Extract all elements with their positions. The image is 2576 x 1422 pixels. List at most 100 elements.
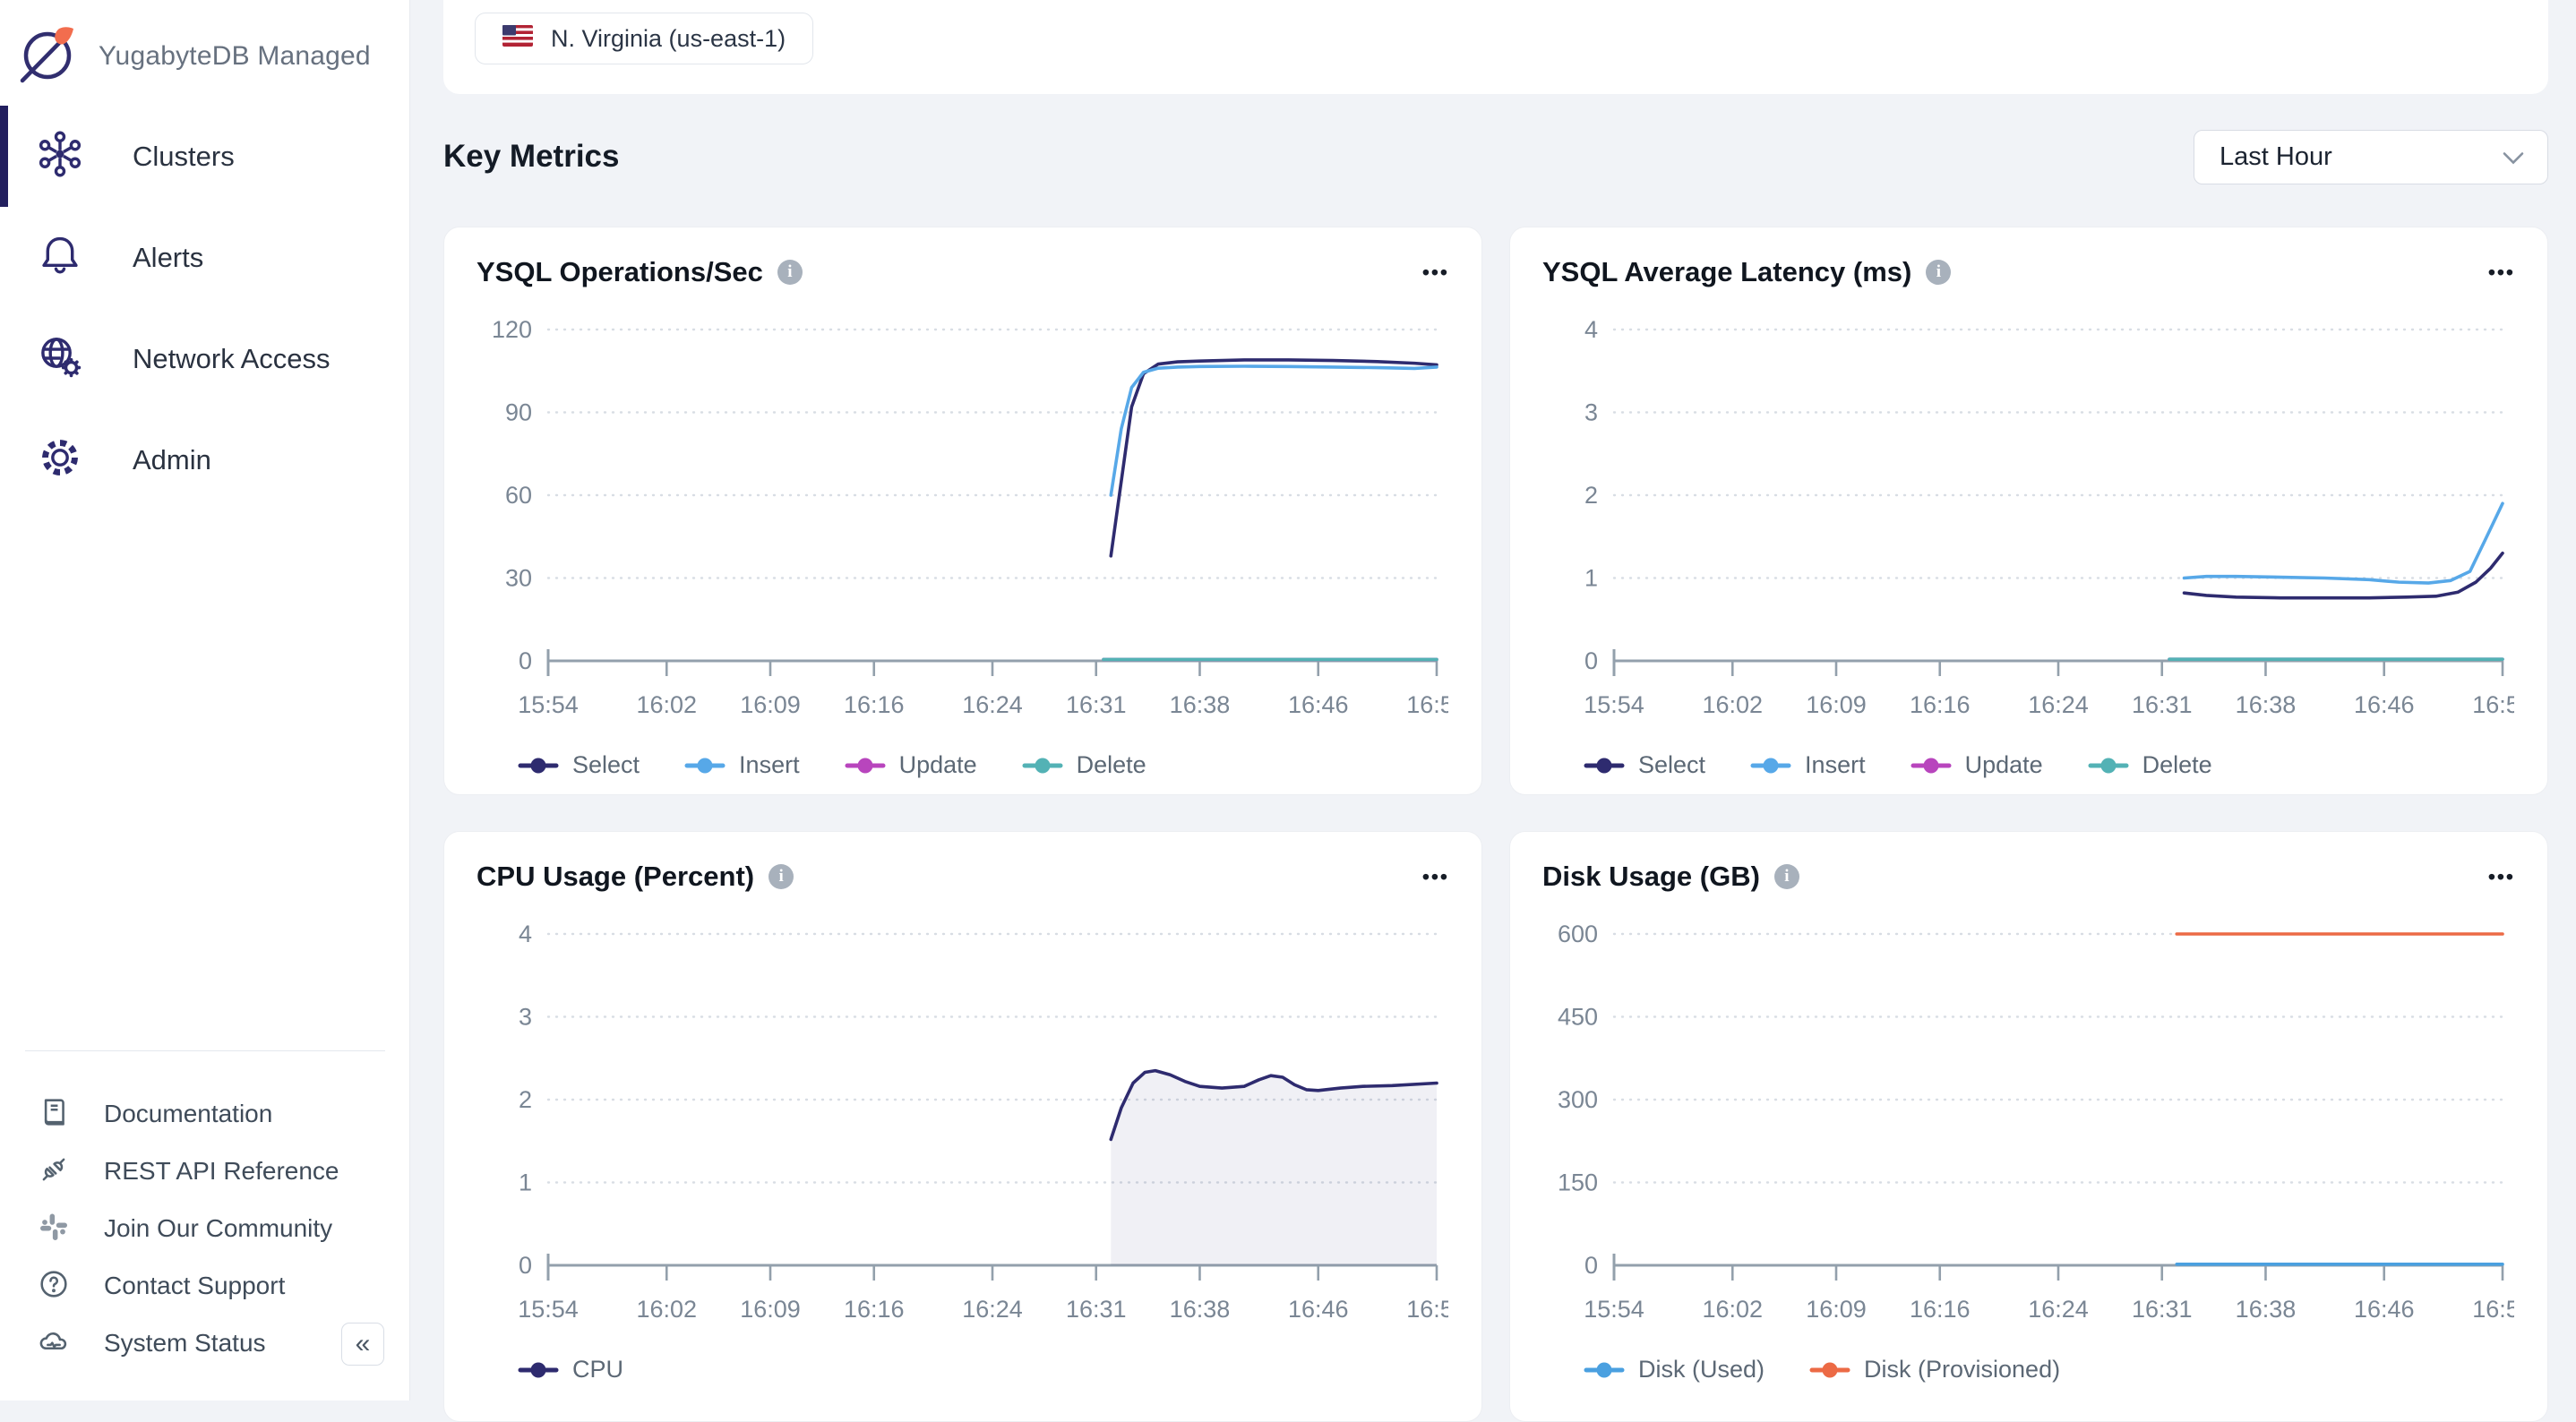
bell-icon: [34, 229, 86, 286]
svg-text:16:54: 16:54: [1406, 1296, 1448, 1323]
legend-item-update[interactable]: Update: [845, 751, 977, 779]
svg-text:1: 1: [1584, 565, 1598, 592]
svg-text:16:24: 16:24: [2028, 1296, 2089, 1323]
svg-text:300: 300: [1558, 1086, 1598, 1113]
region-chip-label: N. Virginia (us-east-1): [551, 25, 786, 53]
sidebar-item-admin[interactable]: Admin: [0, 409, 409, 510]
sidebar-collapse-button[interactable]: «: [341, 1323, 384, 1366]
legend-marker-icon: [2088, 757, 2129, 775]
legend-label: Insert: [739, 751, 800, 779]
sidebar-item-alerts[interactable]: Alerts: [0, 207, 409, 308]
svg-text:600: 600: [1558, 921, 1598, 947]
legend-label: Delete: [1077, 751, 1146, 779]
sidebar-item-network-access[interactable]: Network Access: [0, 308, 409, 409]
legend-marker-icon: [1750, 757, 1791, 775]
legend-item-disk-provisioned[interactable]: Disk (Provisioned): [1809, 1356, 2060, 1383]
svg-text:16:02: 16:02: [636, 1296, 697, 1323]
svg-text:16:46: 16:46: [1288, 1296, 1349, 1323]
svg-text:16:09: 16:09: [1806, 691, 1867, 718]
svg-text:16:31: 16:31: [1066, 1296, 1127, 1323]
legend-label: Insert: [1805, 751, 1866, 779]
svg-text:16:16: 16:16: [844, 1296, 905, 1323]
time-range-select[interactable]: Last Hour: [2194, 130, 2548, 184]
more-menu-icon[interactable]: •••: [1422, 262, 1449, 283]
legend-item-insert[interactable]: Insert: [684, 751, 800, 779]
book-icon: [36, 1094, 72, 1135]
legend-item-insert[interactable]: Insert: [1750, 751, 1866, 779]
legend-item-update[interactable]: Update: [1911, 751, 2043, 779]
sidebar-divider: [25, 1050, 385, 1051]
legend-label: Delete: [2142, 751, 2212, 779]
svg-text:16:09: 16:09: [740, 691, 801, 718]
sidebar-item-label: Alerts: [133, 242, 203, 274]
chevron-down-icon: [2503, 142, 2524, 172]
plug-icon: [36, 1152, 72, 1192]
svg-text:16:38: 16:38: [2236, 691, 2297, 718]
legend-item-select[interactable]: Select: [1584, 751, 1705, 779]
svg-text:16:31: 16:31: [2132, 691, 2193, 718]
svg-text:0: 0: [1584, 1252, 1598, 1279]
legend-item-delete[interactable]: Delete: [1022, 751, 1146, 779]
svg-text:16:38: 16:38: [2236, 1296, 2297, 1323]
svg-text:2: 2: [1584, 482, 1598, 509]
chart-plot[interactable]: 030609012015:5416:0216:0916:1616:2416:31…: [477, 301, 1449, 733]
svg-text:15:54: 15:54: [518, 1296, 579, 1323]
svg-text:150: 150: [1558, 1169, 1598, 1196]
sidebar-link-rest-api[interactable]: REST API Reference: [0, 1143, 409, 1200]
gear-icon: [34, 432, 86, 488]
svg-text:16:31: 16:31: [1066, 691, 1127, 718]
svg-text:15:54: 15:54: [1584, 1296, 1644, 1323]
more-menu-icon[interactable]: •••: [2488, 867, 2515, 887]
legend-label: Update: [1965, 751, 2043, 779]
svg-text:4: 4: [1584, 316, 1598, 343]
svg-text:16:31: 16:31: [2132, 1296, 2193, 1323]
more-menu-icon[interactable]: •••: [1422, 867, 1449, 887]
globe-gear-icon: [34, 330, 86, 387]
sidebar-link-community[interactable]: Join Our Community: [0, 1200, 409, 1257]
sidebar-item-clusters[interactable]: Clusters: [0, 106, 409, 207]
legend-marker-icon: [1022, 757, 1063, 775]
us-flag-icon: [502, 25, 533, 53]
chart-plot[interactable]: 015030045060015:5416:0216:0916:1616:2416…: [1542, 905, 2515, 1338]
sidebar-link-documentation[interactable]: Documentation: [0, 1085, 409, 1143]
svg-text:16:38: 16:38: [1170, 1296, 1231, 1323]
sidebar-link-label: Contact Support: [104, 1272, 285, 1300]
svg-text:90: 90: [505, 399, 532, 426]
svg-text:16:02: 16:02: [636, 691, 697, 718]
info-icon[interactable]: i: [769, 864, 794, 889]
chart-plot[interactable]: 0123415:5416:0216:0916:1616:2416:3116:38…: [477, 905, 1449, 1338]
more-menu-icon[interactable]: •••: [2488, 262, 2515, 283]
legend-marker-icon: [1911, 757, 1952, 775]
svg-text:16:16: 16:16: [844, 691, 905, 718]
svg-text:60: 60: [505, 482, 532, 509]
chart-legend: Select Insert Update Delete: [1584, 751, 2515, 779]
info-icon[interactable]: i: [1926, 260, 1951, 285]
svg-text:16:24: 16:24: [962, 691, 1023, 718]
clusters-icon: [34, 128, 86, 184]
svg-text:16:46: 16:46: [1288, 691, 1349, 718]
chart-legend: CPU: [518, 1356, 1449, 1383]
sidebar-link-support[interactable]: Contact Support: [0, 1257, 409, 1315]
legend-item-select[interactable]: Select: [518, 751, 640, 779]
sidebar-item-label: Network Access: [133, 343, 331, 375]
chart-plot[interactable]: 0123415:5416:0216:0916:1616:2416:3116:38…: [1542, 301, 2515, 733]
sidebar-link-label: Documentation: [104, 1100, 272, 1128]
info-icon[interactable]: i: [1774, 864, 1799, 889]
svg-text:3: 3: [519, 1004, 532, 1031]
legend-label: Disk (Used): [1638, 1356, 1765, 1383]
chart-legend: Disk (Used) Disk (Provisioned): [1584, 1356, 2515, 1383]
cloud-status-icon: [36, 1323, 72, 1364]
svg-text:16:09: 16:09: [740, 1296, 801, 1323]
sidebar-link-label: System Status: [104, 1329, 266, 1358]
info-icon[interactable]: i: [777, 260, 803, 285]
legend-label: Update: [899, 751, 977, 779]
region-chip[interactable]: N. Virginia (us-east-1): [475, 13, 813, 64]
svg-text:15:54: 15:54: [1584, 691, 1644, 718]
svg-text:16:24: 16:24: [962, 1296, 1023, 1323]
legend-item-disk-used[interactable]: Disk (Used): [1584, 1356, 1765, 1383]
legend-item-delete[interactable]: Delete: [2088, 751, 2212, 779]
legend-item-cpu[interactable]: CPU: [518, 1356, 623, 1383]
svg-text:16:09: 16:09: [1806, 1296, 1867, 1323]
legend-marker-icon: [684, 757, 726, 775]
chart-card-ysql-latency: YSQL Average Latency (ms) i ••• 0123415:…: [1509, 227, 2548, 795]
